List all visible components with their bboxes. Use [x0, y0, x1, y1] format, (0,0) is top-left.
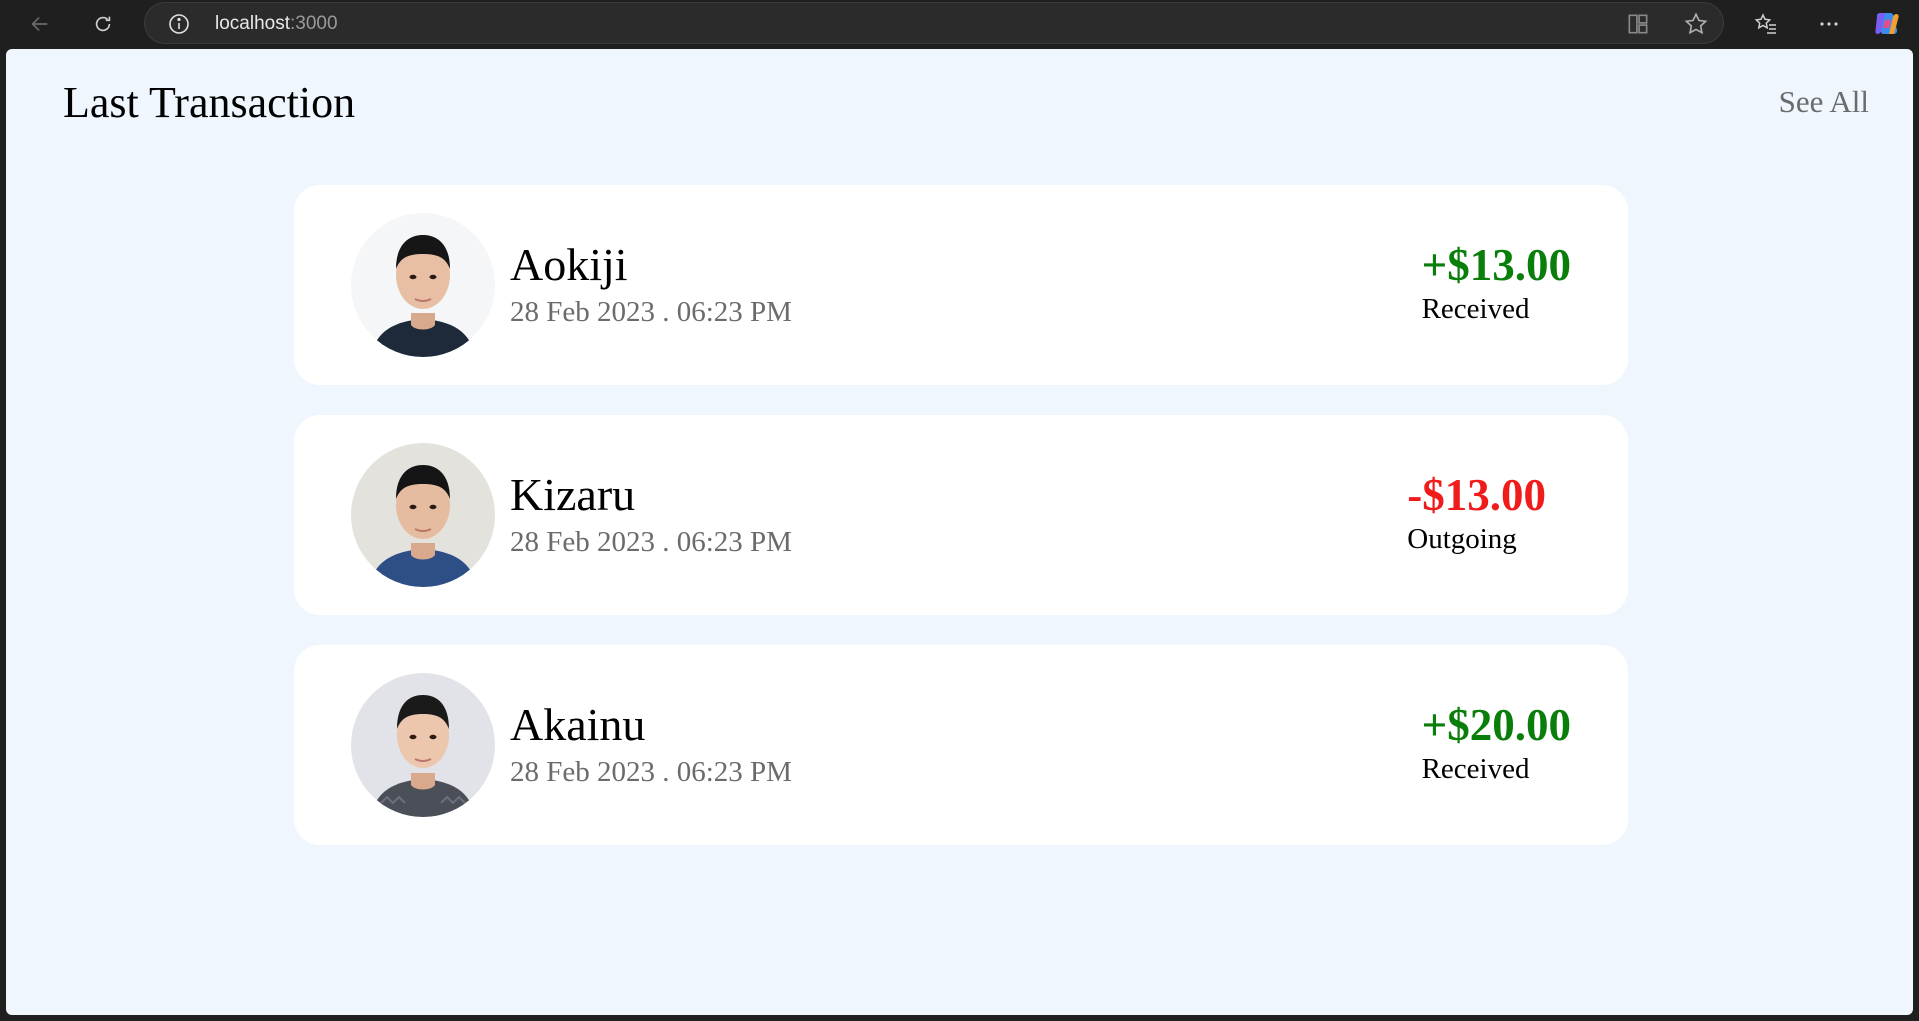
contact-name: Aokiji: [510, 239, 628, 290]
favorites-icon: [1754, 13, 1776, 34]
amount-block: +$13.00 Received: [1421, 240, 1571, 326]
url-text[interactable]: localhost:3000: [215, 13, 338, 35]
amount-block: +$20.00 Received: [1421, 700, 1571, 786]
see-all-link[interactable]: See All: [1779, 84, 1869, 120]
transaction-card[interactable]: Akainu 28 Feb 2023 . 06:23 PM +$20.00 Re…: [294, 645, 1628, 845]
reload-button[interactable]: [85, 6, 121, 42]
url-host: localhost: [215, 13, 290, 34]
reload-icon: [95, 16, 111, 32]
transaction-amount: +$20.00: [1421, 700, 1571, 750]
avatar-photo-akainu: [351, 673, 495, 817]
transaction-list: Aokiji 28 Feb 2023 . 06:23 PM +$13.00 Re…: [294, 185, 1628, 875]
transaction-amount: +$13.00: [1421, 240, 1571, 290]
browser-toolbar: localhost:3000: [0, 0, 1919, 48]
transaction-status: Outgoing: [1407, 522, 1517, 555]
transaction-date: 28 Feb 2023 . 06:23 PM: [510, 296, 792, 328]
transaction-card[interactable]: Kizaru 28 Feb 2023 . 06:23 PM -$13.00 Ou…: [294, 415, 1628, 615]
page-title: Last Transaction: [63, 78, 356, 127]
transaction-card[interactable]: Aokiji 28 Feb 2023 . 06:23 PM +$13.00 Re…: [294, 185, 1628, 385]
favorites-button[interactable]: [1748, 6, 1784, 42]
star-icon[interactable]: [1683, 11, 1709, 37]
address-bar[interactable]: localhost:3000: [144, 2, 1724, 44]
transaction-date: 28 Feb 2023 . 06:23 PM: [510, 756, 792, 788]
contact-name: Kizaru: [510, 469, 636, 520]
transaction-status: Received: [1421, 752, 1530, 785]
avatar: [351, 213, 495, 357]
copilot-icon: [1875, 13, 1899, 34]
avatar-photo-kizaru: [351, 443, 495, 587]
avatar-photo-aokiji: [351, 213, 495, 357]
transaction-date: 28 Feb 2023 . 06:23 PM: [510, 526, 792, 558]
back-button[interactable]: [22, 6, 58, 42]
avatar: [351, 673, 495, 817]
more-button[interactable]: [1811, 6, 1847, 42]
page-viewport: Last Transaction See All Aokiji 28 Feb 2…: [6, 49, 1913, 1015]
transaction-status: Received: [1421, 292, 1530, 325]
url-port: :3000: [290, 13, 338, 34]
info-icon[interactable]: [167, 12, 191, 36]
more-icon: [1820, 22, 1838, 26]
amount-block: -$13.00 Outgoing: [1407, 470, 1546, 556]
split-screen-icon[interactable]: [1625, 11, 1651, 37]
back-arrow-icon: [31, 16, 48, 32]
copilot-button[interactable]: [1869, 6, 1905, 42]
transaction-amount: -$13.00: [1407, 470, 1546, 520]
avatar: [351, 443, 495, 587]
contact-name: Akainu: [510, 699, 646, 750]
